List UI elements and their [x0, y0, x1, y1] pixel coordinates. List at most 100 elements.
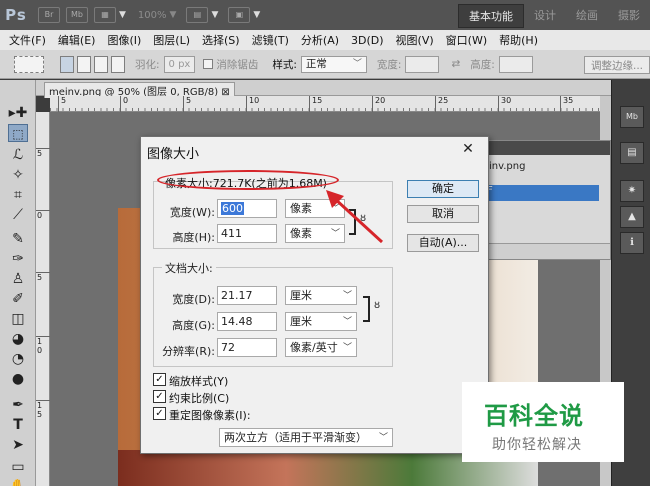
- paint-bucket-tool-icon[interactable]: ◕: [8, 330, 28, 348]
- workspace-photography[interactable]: 摄影: [608, 4, 650, 28]
- chevron-down-icon: ﹀: [342, 343, 352, 353]
- doc-width-input[interactable]: 21.17: [217, 286, 277, 305]
- menu-window[interactable]: 窗口(W): [446, 32, 487, 48]
- style-select[interactable]: 正常 ﹀: [300, 55, 367, 73]
- highlight-oval: [157, 170, 339, 190]
- histogram-panel-icon[interactable]: ▲: [620, 206, 644, 228]
- cancel-button[interactable]: 取消: [407, 205, 479, 223]
- app-bar: Ps Br Mb ▦ ▼ 100% ▼ ▤ ▼ ▣ ▼ 基本功能 设计 绘画 摄…: [0, 0, 650, 30]
- bridge-icon[interactable]: Br: [38, 7, 60, 23]
- pen-tool-icon[interactable]: ✒: [8, 396, 28, 414]
- ruler-tick: 1 5: [36, 400, 50, 419]
- resolution-input[interactable]: 72: [217, 338, 277, 357]
- layer-row[interactable]: F: [479, 185, 599, 201]
- workspace-design[interactable]: 设计: [524, 4, 566, 28]
- panel-header[interactable]: [479, 141, 610, 155]
- brush-tool-icon[interactable]: ✑: [8, 250, 28, 268]
- dialog-title: 图像大小: [147, 147, 200, 162]
- magic-wand-tool-icon[interactable]: ✧: [8, 166, 28, 184]
- workspace-painting[interactable]: 绘画: [566, 4, 608, 28]
- screen-mode-icon[interactable]: ▣: [228, 7, 251, 23]
- chevron-down-icon[interactable]: ▼: [170, 10, 177, 20]
- chevron-down-icon[interactable]: ▼: [253, 10, 260, 20]
- marquee-tool-icon[interactable]: ⬚: [8, 124, 28, 142]
- resample-checkbox[interactable]: ✓: [153, 407, 166, 420]
- resolution-unit[interactable]: 像素/英寸 ﹀: [285, 338, 357, 357]
- pixel-height-input[interactable]: 411: [217, 224, 277, 243]
- subtract-selection-icon[interactable]: [94, 55, 108, 73]
- crop-tool-icon[interactable]: ⌗: [8, 186, 28, 204]
- pixel-height-label: 高度(H):: [172, 231, 215, 244]
- ruler-tick: 5: [36, 272, 50, 282]
- constrain-proportions-checkbox[interactable]: ✓: [153, 390, 166, 403]
- blur-tool-icon[interactable]: ◔: [8, 350, 28, 368]
- menu-image[interactable]: 图像(I): [107, 32, 141, 48]
- chevron-down-icon[interactable]: ▼: [119, 10, 126, 20]
- chevron-down-icon[interactable]: ▼: [211, 10, 218, 20]
- menu-filter[interactable]: 滤镜(T): [252, 32, 289, 48]
- ruler-tick: 0: [36, 210, 50, 220]
- doc-width-unit[interactable]: 厘米 ﹀: [285, 286, 357, 305]
- doc-width-label: 宽度(D):: [172, 293, 215, 306]
- eyedropper-tool-icon[interactable]: ⟋: [8, 206, 28, 224]
- ok-button[interactable]: 确定: [407, 180, 479, 198]
- doc-height-input[interactable]: 14.48: [217, 312, 277, 331]
- color-panel-icon[interactable]: ▤: [620, 142, 644, 164]
- healing-brush-tool-icon[interactable]: ✎: [8, 230, 28, 248]
- navigator-panel-icon[interactable]: ✷: [620, 180, 644, 202]
- pixel-width-input[interactable]: 600: [217, 199, 277, 218]
- path-selection-tool-icon[interactable]: ➤: [8, 436, 28, 454]
- resample-method-select[interactable]: 两次立方（适用于平滑渐变） ﹀: [219, 428, 393, 447]
- annotation-arrow: [326, 190, 384, 244]
- auto-button[interactable]: 自动(A)...: [407, 234, 479, 252]
- refine-edge-button[interactable]: 调整边缘...: [583, 56, 650, 74]
- watermark: 百科全说 助你轻松解决: [462, 382, 624, 462]
- height-input[interactable]: [498, 55, 533, 73]
- history-brush-tool-icon[interactable]: ✐: [8, 290, 28, 308]
- antialias-checkbox[interactable]: [203, 59, 214, 69]
- new-selection-icon[interactable]: [60, 55, 74, 73]
- minibridge-icon[interactable]: Mb: [66, 7, 88, 23]
- clone-stamp-tool-icon[interactable]: ♙: [8, 270, 28, 288]
- unit-text: 像素: [290, 202, 312, 215]
- menu-edit[interactable]: 编辑(E): [58, 32, 96, 48]
- move-tool-icon[interactable]: ▸✚: [8, 104, 28, 122]
- add-selection-icon[interactable]: [77, 55, 91, 73]
- scale-styles-checkbox[interactable]: ✓: [153, 373, 166, 386]
- watermark-title: 百科全说: [484, 402, 584, 430]
- close-icon[interactable]: ✕: [460, 141, 476, 157]
- menu-select[interactable]: 选择(S): [202, 32, 240, 48]
- width-input[interactable]: [405, 55, 440, 73]
- ruler-tick: 20: [372, 96, 385, 112]
- arrange-documents-icon[interactable]: ▤: [186, 7, 209, 23]
- minibridge-panel-icon[interactable]: Mb: [620, 106, 644, 128]
- tool-preset-picker[interactable]: [14, 55, 44, 73]
- view-extras-icon[interactable]: ▦: [94, 7, 116, 23]
- horizontal-ruler: 5 0 5 10 15 20 25 30 35: [50, 96, 611, 112]
- panel-footer: [479, 243, 610, 259]
- menu-3d[interactable]: 3D(D): [351, 34, 384, 47]
- eraser-tool-icon[interactable]: ◫: [8, 310, 28, 328]
- menu-layer[interactable]: 图层(L): [153, 32, 190, 48]
- ruler-tick: 10: [246, 96, 259, 112]
- chevron-down-icon: ﹀: [342, 317, 352, 327]
- dodge-tool-icon[interactable]: ●: [8, 370, 28, 388]
- workspace-essentials[interactable]: 基本功能: [458, 4, 524, 28]
- menu-analysis[interactable]: 分析(A): [301, 32, 339, 48]
- type-tool-icon[interactable]: T: [8, 416, 28, 434]
- doc-height-unit[interactable]: 厘米 ﹀: [285, 312, 357, 331]
- intersect-selection-icon[interactable]: [111, 55, 125, 73]
- chain-link-icon: ȣ: [374, 300, 381, 311]
- menu-help[interactable]: 帮助(H): [499, 32, 538, 48]
- hand-tool-icon[interactable]: ✋: [8, 478, 28, 486]
- lasso-tool-icon[interactable]: ℒ: [8, 146, 28, 164]
- zoom-level[interactable]: 100%: [138, 10, 167, 21]
- swap-icon[interactable]: ⇄: [451, 58, 460, 70]
- menu-file[interactable]: 文件(F): [9, 32, 46, 48]
- shape-tool-icon[interactable]: ▭: [8, 458, 28, 476]
- menu-view[interactable]: 视图(V): [396, 32, 434, 48]
- resample-method-text: 两次立方（适用于平滑渐变）: [224, 431, 367, 444]
- ruler-tick: 15: [309, 96, 322, 112]
- feather-input[interactable]: 0 px: [163, 55, 196, 73]
- info-panel-icon[interactable]: ℹ: [620, 232, 644, 254]
